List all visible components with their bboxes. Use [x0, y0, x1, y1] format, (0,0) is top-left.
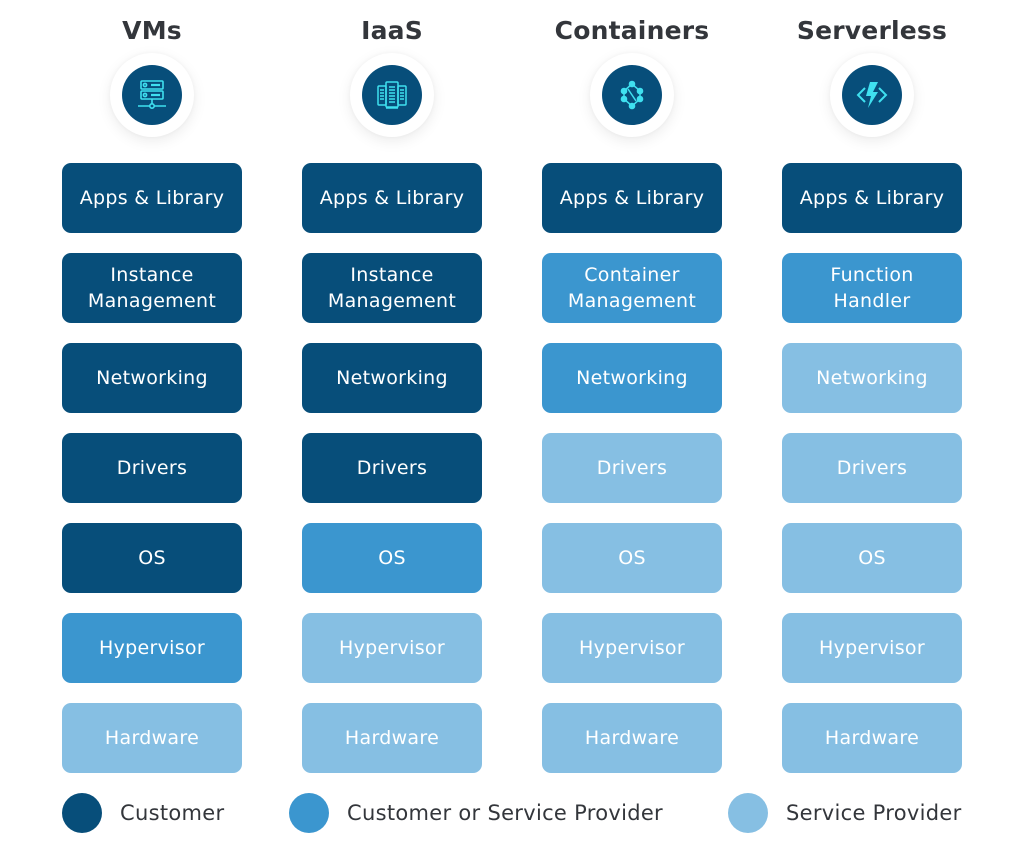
function-bolt-icon — [856, 82, 888, 108]
layer-hardware: Hardware — [782, 703, 962, 773]
layer-networking: Networking — [542, 343, 722, 413]
layer-os: OS — [542, 523, 722, 593]
layer-networking: Networking — [302, 343, 482, 413]
layer-apps-library: Apps & Library — [782, 163, 962, 233]
legend-item-customer-or-provider: Customer or Service Provider — [289, 793, 663, 833]
layer-hypervisor: Hypervisor — [542, 613, 722, 683]
layer-apps-library: Apps & Library — [62, 163, 242, 233]
icon-badge — [350, 53, 434, 137]
layer-drivers: Drivers — [62, 433, 242, 503]
layer-hypervisor: Hypervisor — [782, 613, 962, 683]
legend-item-service-provider: Service Provider — [728, 793, 962, 833]
layer-management: Container Management — [542, 253, 722, 323]
server-network-icon — [138, 80, 166, 109]
column-title: IaaS — [361, 16, 423, 45]
column-title: Containers — [554, 16, 710, 45]
layer-drivers: Drivers — [782, 433, 962, 503]
layer-hardware: Hardware — [302, 703, 482, 773]
legend-label: Customer or Service Provider — [347, 801, 663, 825]
layer-os: OS — [62, 523, 242, 593]
legend-label: Customer — [120, 801, 225, 825]
layer-hardware: Hardware — [62, 703, 242, 773]
layer-networking: Networking — [782, 343, 962, 413]
layer-hardware: Hardware — [542, 703, 722, 773]
layer-os: OS — [302, 523, 482, 593]
layer-management: Instance Management — [62, 253, 242, 323]
layer-drivers: Drivers — [542, 433, 722, 503]
legend-swatch — [62, 793, 102, 833]
layer-function-handler: Function Handler — [782, 253, 962, 323]
icon-badge — [590, 53, 674, 137]
container-cluster-icon — [620, 80, 644, 110]
layer-networking: Networking — [62, 343, 242, 413]
layer-management: Instance Management — [302, 253, 482, 323]
legend-swatch — [728, 793, 768, 833]
legend-swatch — [289, 793, 329, 833]
column-title: Serverless — [796, 16, 948, 45]
icon-badge — [110, 53, 194, 137]
layer-hypervisor: Hypervisor — [302, 613, 482, 683]
layer-os: OS — [782, 523, 962, 593]
layer-apps-library: Apps & Library — [542, 163, 722, 233]
icon-badge — [830, 53, 914, 137]
legend-label: Service Provider — [786, 801, 962, 825]
server-rack-icon — [377, 81, 407, 109]
layer-drivers: Drivers — [302, 433, 482, 503]
layer-apps-library: Apps & Library — [302, 163, 482, 233]
legend: Customer Customer or Service Provider Se… — [0, 793, 1024, 833]
legend-item-customer: Customer — [62, 793, 224, 833]
layer-hypervisor: Hypervisor — [62, 613, 242, 683]
column-title: VMs — [122, 16, 182, 45]
